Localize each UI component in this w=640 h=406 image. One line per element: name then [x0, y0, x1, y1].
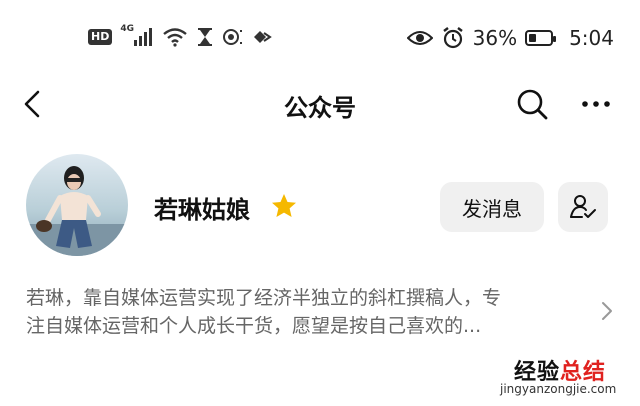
send-message-button[interactable]: 发消息: [440, 182, 544, 232]
description-line: 若琳，靠自媒体运营实现了经济半独立的斜杠撰稿人，专: [26, 287, 502, 309]
status-left: HD 4G: [88, 24, 274, 48]
alarm-icon: [442, 27, 463, 49]
account-name: 若琳姑娘: [154, 196, 250, 224]
user-check-icon: [570, 195, 596, 218]
avatar[interactable]: [26, 154, 128, 256]
clock: 5:04: [569, 26, 614, 50]
nfc-icon: [223, 29, 243, 45]
watermark: 经验总结 jingyanzongjie.com: [500, 350, 630, 400]
hd-icon: HD: [88, 29, 113, 45]
watermark-url: jingyanzongjie.com: [500, 382, 617, 396]
eye-icon: [406, 31, 433, 45]
follow-button[interactable]: [558, 182, 608, 232]
description-line: 注自媒体运营和个人成长干货，愿望是按自己喜欢的...: [26, 315, 482, 337]
battery-icon: [525, 30, 557, 46]
nav-bar: 公众号: [0, 80, 640, 128]
hourglass-icon: [198, 28, 213, 46]
account-description[interactable]: 若琳，靠自媒体运营实现了经济半独立的斜杠撰稿人，专 注自媒体运营和个人成长干货，…: [26, 284, 594, 340]
battery-level-fill: [529, 34, 537, 42]
status-right: 36% 5:04: [406, 26, 614, 50]
signal-icon: 4G: [120, 24, 154, 48]
more-icon[interactable]: [578, 86, 614, 122]
network-type-label: 4G: [120, 24, 134, 34]
search-icon[interactable]: [514, 86, 550, 122]
star-icon: [272, 194, 296, 217]
chevron-right-icon[interactable]: [600, 300, 614, 322]
wifi-icon: [163, 28, 188, 47]
data-saver-icon: [254, 31, 273, 43]
battery-percent: 36%: [472, 26, 518, 50]
status-bar: HD 4G 36% 5:04: [0, 0, 640, 80]
